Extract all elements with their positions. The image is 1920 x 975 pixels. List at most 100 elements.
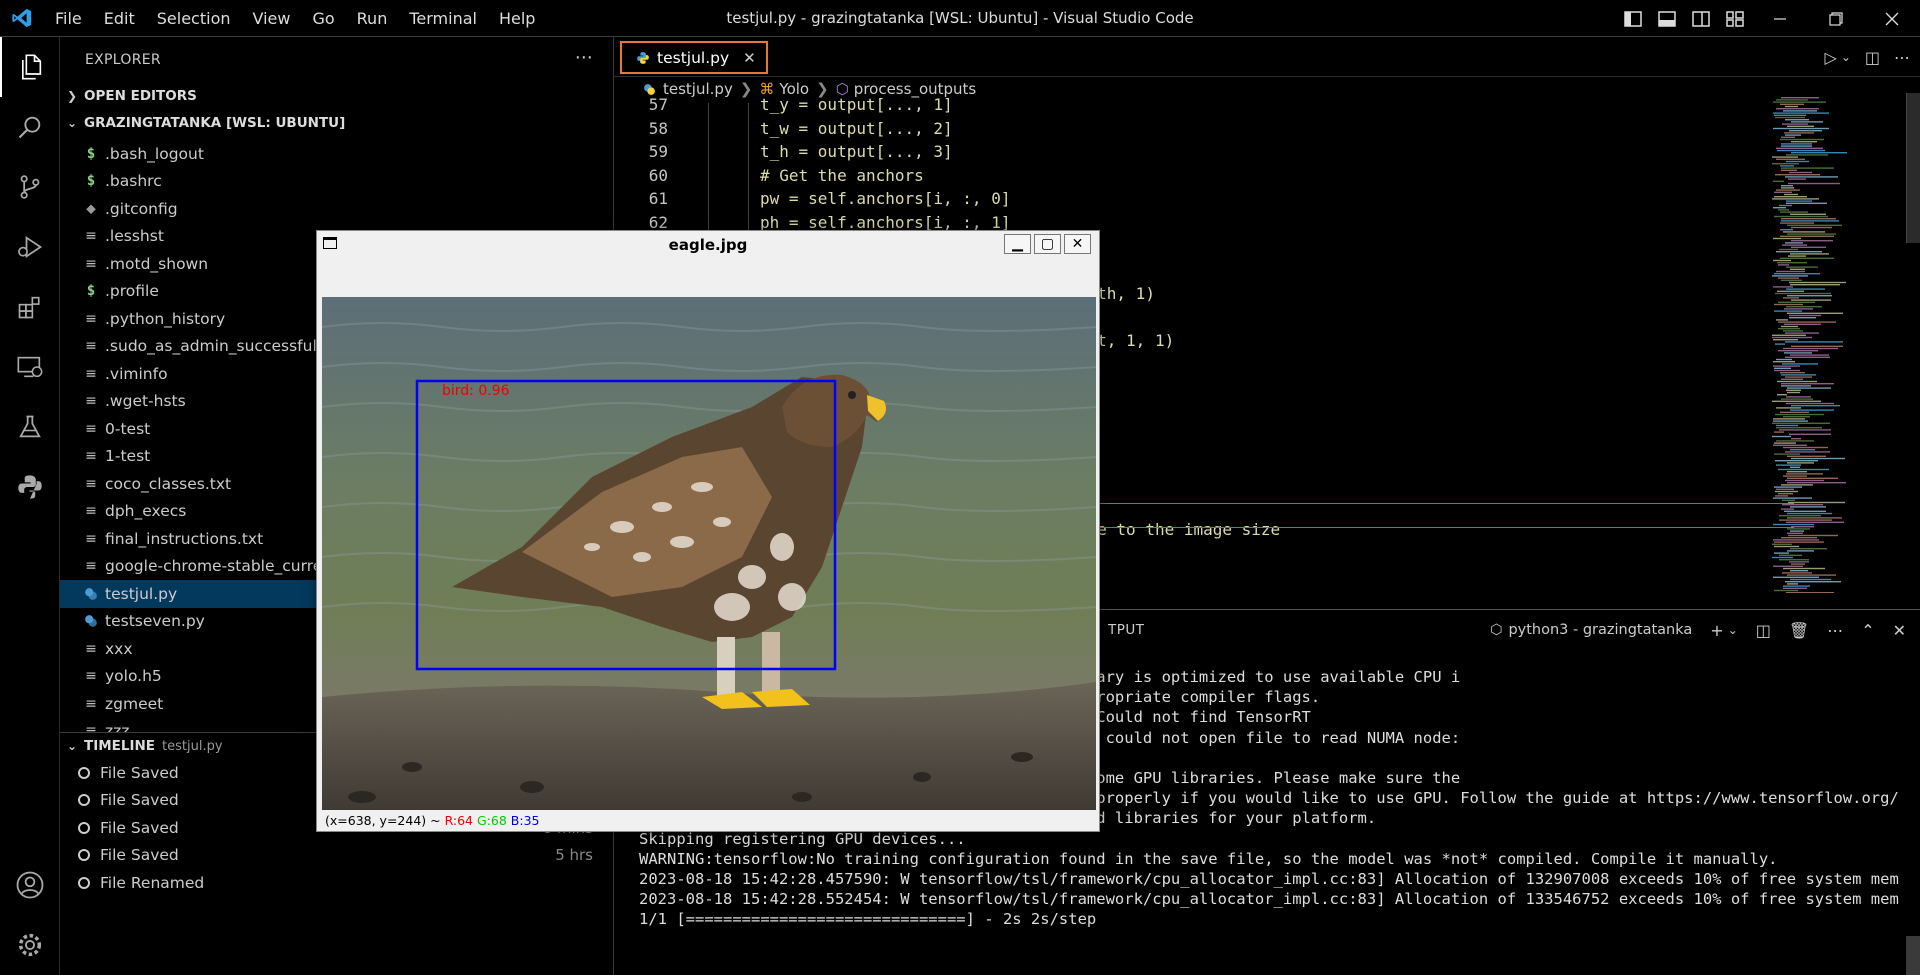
timeline-dot-icon [78,766,90,779]
menu-bar: File Edit Selection View Go Run Terminal Help [44,0,546,37]
minimize-icon[interactable] [1752,0,1808,37]
file-name: .gitconfig [105,199,178,218]
close-tab-icon[interactable]: ✕ [743,49,756,67]
search-icon[interactable] [0,97,60,157]
run-debug-icon[interactable] [0,217,60,277]
timeline-dot-icon [78,849,90,862]
menu-file[interactable]: File [44,9,93,28]
toggle-primary-sidebar-icon[interactable] [1616,0,1650,37]
text-file-icon: ≡ [85,338,97,355]
file-name: 1-test [105,447,151,466]
file-item[interactable]: $ .bashrc [60,168,613,196]
more-actions-icon[interactable]: ⋯ [575,47,593,68]
close-icon[interactable]: ✕ [1064,234,1091,254]
terminal-name[interactable]: python3 - grazingtatanka [1508,622,1692,638]
file-name: .viminfo [105,364,168,383]
file-name: .bash_logout [105,144,204,163]
diff-marker [1094,503,1794,504]
open-editors-section[interactable]: ❯ OPEN EDITORS [60,82,613,109]
terminal-scrollbar[interactable] [1906,650,1920,975]
timeline-item[interactable]: File Saved 5 hrs [60,842,613,870]
detection-label: bird: 0.96 [442,383,510,399]
eagle-photo[interactable]: bird: 0.96 [322,297,1096,810]
file-name: final_instructions.txt [105,529,264,548]
file-name: .wget-hsts [105,392,186,411]
text-file-icon: ≡ [85,558,97,575]
panel-more-icon[interactable]: ⋯ [1827,621,1843,640]
code-text: t_h = output[..., 3] [760,142,953,162]
restore-icon[interactable] [1808,0,1864,37]
status-green: G:68 [477,813,507,828]
explorer-icon[interactable] [0,37,60,97]
close-panel-icon[interactable]: ✕ [1893,621,1906,640]
image-window-titlebar[interactable]: eagle.jpg ▁ ▢ ✕ [317,231,1099,258]
maximize-icon[interactable]: ▢ [1034,234,1061,254]
vscode-logo-icon [0,0,44,37]
editor-more-icon[interactable]: ⋯ [1894,48,1910,67]
text-file-icon: ≡ [85,695,97,712]
explorer-title: EXPLORER [85,51,161,68]
accounts-icon[interactable] [0,855,60,915]
code-text: # Get the anchors [760,165,924,185]
minimize-icon[interactable]: ▁ [1004,234,1031,254]
open-editors-label: OPEN EDITORS [84,87,197,104]
menu-run[interactable]: Run [346,9,399,28]
timeline-label: File Saved [100,791,179,810]
file-name: yolo.h5 [105,667,162,686]
toggle-panel-icon[interactable] [1650,0,1684,37]
status-blue: B:35 [510,813,540,828]
remote-explorer-icon[interactable] [0,337,60,397]
python-file-icon [80,614,102,628]
menu-help[interactable]: Help [488,9,546,28]
timeline-file: testjul.py [162,738,223,754]
editor-tabs: testjul.py ✕ [614,37,1920,77]
image-window-toolbar [317,258,1099,298]
toggle-secondary-sidebar-icon[interactable] [1684,0,1718,37]
source-control-icon[interactable] [0,157,60,217]
split-terminal-icon[interactable]: ◫ [1756,621,1771,640]
editor-scrollbar[interactable] [1906,93,1920,243]
diff-marker [1094,527,1794,528]
file-name: .profile [105,282,159,301]
extensions-icon[interactable] [0,277,60,337]
new-terminal-icon[interactable]: + [1710,621,1723,640]
menu-edit[interactable]: Edit [93,9,146,28]
timeline-label: File Saved [100,818,179,837]
menu-go[interactable]: Go [301,9,345,28]
manage-gear-icon[interactable] [0,915,60,975]
code-text: pw = self.anchors[i, :, 0] [760,189,1011,209]
text-file-icon: ≡ [85,393,97,410]
menu-terminal[interactable]: Terminal [398,9,488,28]
file-name: 0-test [105,419,151,438]
tab-testjul[interactable]: testjul.py ✕ [620,41,768,74]
text-file-icon: ≡ [85,668,97,685]
timeline-dot-icon [78,876,90,889]
file-item[interactable]: $ .bash_logout [60,140,613,168]
code-line: 57 t_y = output[..., 1] [614,95,1794,119]
image-status-bar: (x=638, y=244) ~ R:64 G:68 B:35 [317,810,1099,831]
close-window-icon[interactable] [1864,0,1920,37]
python-icon[interactable] [0,457,60,517]
file-name: zgmeet [105,694,164,713]
menu-view[interactable]: View [242,9,302,28]
file-name: .sudo_as_admin_successful [105,337,317,356]
minimap[interactable] [1770,93,1880,594]
timeline-dot-icon [78,794,90,807]
workspace-root-section[interactable]: ⌄ GRAZINGTATANKA [WSL: UBUNTU] [60,109,613,136]
customize-layout-icon[interactable] [1718,0,1752,37]
kill-terminal-icon[interactable]: 🗑 [1789,621,1809,640]
testing-icon[interactable] [0,397,60,457]
timeline-item[interactable]: File Renamed [60,869,613,897]
file-item[interactable]: ⬥ .gitconfig [60,195,613,223]
workspace-root-label: GRAZINGTATANKA [WSL: UBUNTU] [84,114,346,131]
run-dropdown-icon[interactable]: ⌄ [1841,50,1851,64]
maximize-panel-icon[interactable]: ⌃ [1861,621,1874,640]
code-line: 59 t_h = output[..., 3] [614,142,1794,166]
code-line: 61 pw = self.anchors[i, :, 0] [614,189,1794,213]
terminal-dropdown-icon[interactable]: ⌄ [1728,623,1738,637]
run-file-icon[interactable]: ▷ [1825,48,1837,67]
menu-selection[interactable]: Selection [146,9,242,28]
tab-output[interactable]: TPUT [1108,622,1145,638]
window-menu-icon[interactable] [323,237,337,249]
split-editor-icon[interactable]: ◫ [1865,48,1880,67]
